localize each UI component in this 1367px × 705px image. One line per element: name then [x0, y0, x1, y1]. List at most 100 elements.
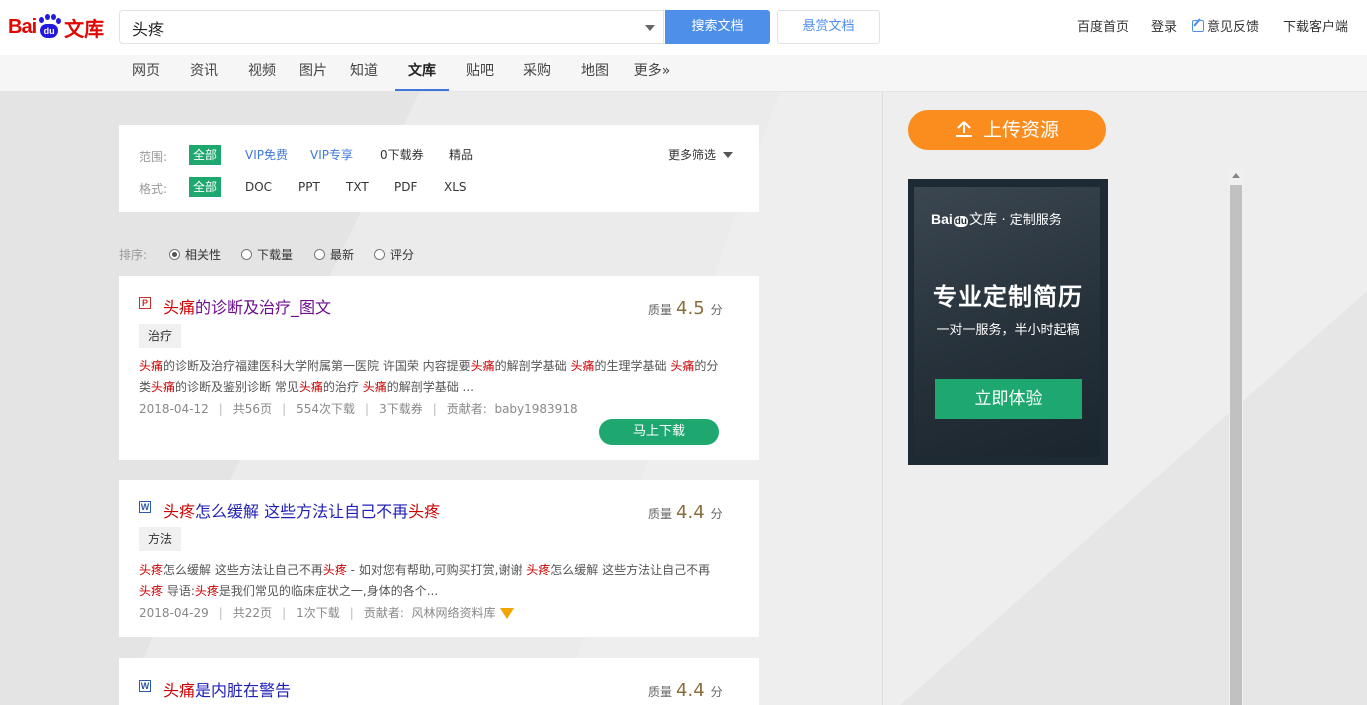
- snippet-text: 怎么缓解 这些方法让自己不再: [550, 563, 711, 577]
- scope-vip-exclusive[interactable]: VIP专享: [310, 145, 353, 165]
- reward-documents-button[interactable]: 悬赏文档: [777, 10, 880, 44]
- column-divider: [882, 91, 883, 705]
- snippet-text: - 如对您有帮助,可购买打赏,谢谢: [346, 563, 527, 577]
- scrollbar[interactable]: [1229, 169, 1243, 705]
- sort-relevance[interactable]: 相关性: [169, 246, 221, 263]
- scope-label: 范围:: [139, 150, 168, 164]
- vip-badge-icon: [499, 608, 514, 619]
- radio-icon: [314, 249, 325, 260]
- baidu-home-link[interactable]: 百度首页: [1077, 0, 1129, 55]
- format-pdf[interactable]: PDF: [394, 177, 417, 197]
- ppt-file-icon: P: [139, 297, 151, 309]
- search-input[interactable]: [130, 11, 634, 45]
- quality-score: 质量 4.4 分: [648, 502, 723, 523]
- logo-text-en: Bai: [8, 15, 37, 38]
- keyword-highlight: 头痛: [139, 359, 164, 373]
- result-tag[interactable]: 方法: [139, 527, 182, 551]
- snippet-text: 是我们常见的临床症状之一,身体的各个...: [218, 584, 439, 598]
- scope-zero-coupon[interactable]: 0下载券: [380, 145, 424, 165]
- upload-icon: [955, 112, 973, 137]
- sort-label: 排序:: [119, 248, 148, 262]
- scope-all[interactable]: 全部: [189, 145, 222, 165]
- tab-wenku[interactable]: 文库: [395, 55, 449, 91]
- word-file-icon: W: [139, 501, 151, 513]
- tab-tieba[interactable]: 贴吧: [458, 55, 502, 91]
- word-file-icon: W: [139, 680, 151, 692]
- scrollbar-thumb[interactable]: [1230, 185, 1242, 705]
- tab-map[interactable]: 地图: [573, 55, 617, 91]
- scope-vip-free[interactable]: VIP免费: [245, 145, 288, 165]
- snippet-text: 的诊断及鉴别诊断 常见: [175, 380, 299, 394]
- ad-logo: Bai du 文库 · 定制服务: [931, 211, 1062, 228]
- tab-zhidao[interactable]: 知道: [342, 55, 386, 91]
- baidu-wenku-logo[interactable]: Bai du 文库: [8, 12, 104, 42]
- search-box: [119, 10, 664, 45]
- keyword-highlight: 头疼: [139, 563, 164, 577]
- chevron-down-icon[interactable]: [645, 25, 655, 31]
- search-documents-button[interactable]: 搜索文档: [665, 10, 770, 44]
- tab-video[interactable]: 视频: [240, 55, 284, 91]
- result-meta: 2018-04-12 | 共56页 | 554次下载 | 3下载券 | 贡献者: baby198…: [139, 402, 578, 416]
- ad-subline: 一对一服务，半小时起稿: [936, 323, 1080, 338]
- login-link[interactable]: 登录: [1151, 0, 1177, 55]
- scroll-up-icon[interactable]: [1232, 173, 1240, 178]
- format-ppt[interactable]: PPT: [298, 177, 320, 197]
- tab-news[interactable]: 资讯: [182, 55, 226, 91]
- quality-score: 质量 4.4 分: [648, 680, 723, 701]
- result-snippet: 头疼怎么缓解 这些方法让自己不再头疼 - 如对您有帮助,可购买打赏,谢谢 头疼怎…: [139, 560, 729, 602]
- logo-text-cn: 文库: [64, 16, 105, 41]
- more-filters-dropdown[interactable]: 更多筛选: [668, 146, 734, 163]
- search-category-nav: 网页 资讯 视频 图片 知道 文库 贴吧 采购 地图 更多»: [0, 55, 1367, 92]
- download-now-button[interactable]: 马上下载: [599, 419, 719, 445]
- top-bar: Bai du 文库 搜索文档 悬赏文档 百度首页 登录 意见反馈 下载客户端: [0, 0, 1367, 55]
- caret-down-icon: [723, 152, 734, 158]
- sort-newest[interactable]: 最新: [314, 246, 354, 263]
- result-title-link[interactable]: 头痛的诊断及治疗_图文: [163, 294, 331, 318]
- sort-rating[interactable]: 评分: [374, 246, 414, 263]
- snippet-text: 的诊断及治疗福建医科大学附属第一医院 许国荣 内容提要: [163, 359, 471, 373]
- filter-panel: [119, 125, 759, 212]
- result-snippet: 头痛的诊断及治疗福建医科大学附属第一医院 许国荣 内容提要头痛的解剖学基础 头痛…: [139, 356, 729, 398]
- scope-premium[interactable]: 精品: [449, 145, 473, 165]
- edit-icon: [1192, 20, 1204, 32]
- paw-icon: du: [37, 14, 62, 40]
- radio-icon: [374, 249, 385, 260]
- upload-resource-button[interactable]: 上传资源: [908, 110, 1106, 150]
- format-all[interactable]: 全部: [189, 177, 222, 197]
- format-xls[interactable]: XLS: [444, 177, 467, 197]
- format-txt[interactable]: TXT: [346, 177, 369, 197]
- snippet-text: 怎么缓解 这些方法让自己不再: [163, 563, 323, 577]
- snippet-text: 的生理学基础: [594, 359, 671, 373]
- format-label: 格式:: [139, 182, 168, 196]
- snippet-text: 的解剖学基础: [494, 359, 571, 373]
- snippet-text: 的解剖学基础 ...: [386, 380, 474, 394]
- try-now-button[interactable]: 立即体验: [935, 379, 1082, 419]
- custom-resume-ad[interactable]: Bai du 文库 · 定制服务 专业定制简历 一对一服务，半小时起稿 立即体验: [908, 179, 1108, 465]
- keyword-highlight: 头痛: [470, 359, 495, 373]
- quality-score: 质量 4.5 分: [648, 298, 723, 319]
- feedback-link[interactable]: 意见反馈: [1192, 0, 1259, 55]
- result-title-link[interactable]: 头疼怎么缓解 这些方法让自己不再头疼: [163, 498, 440, 522]
- keyword-highlight: 头疼: [322, 563, 347, 577]
- keyword-highlight: 头痛: [570, 359, 595, 373]
- snippet-text: 类: [139, 380, 152, 394]
- keyword-highlight: 头疼: [526, 563, 551, 577]
- result-title-link[interactable]: 头痛是内脏在警告: [163, 677, 291, 701]
- radio-checked-icon: [169, 249, 180, 260]
- tab-purchase[interactable]: 采购: [515, 55, 559, 91]
- tab-more[interactable]: 更多»: [630, 55, 674, 91]
- keyword-highlight: 头痛: [151, 380, 176, 394]
- result-meta: 2018-04-29 | 共22页 | 1次下载 | 贡献者: 风林网络资料库: [139, 604, 514, 621]
- snippet-text: 的分: [694, 359, 719, 373]
- result-tag[interactable]: 治疗: [139, 324, 182, 348]
- sort-downloads[interactable]: 下载量: [241, 246, 293, 263]
- tab-web[interactable]: 网页: [124, 55, 168, 91]
- result-card: W 头疼怎么缓解 这些方法让自己不再头疼 质量 4.4 分 方法 头疼怎么缓解 这些…: [119, 480, 759, 637]
- format-doc[interactable]: DOC: [245, 177, 272, 197]
- keyword-highlight: 头疼: [139, 584, 164, 598]
- download-client-link[interactable]: 下载客户端: [1283, 0, 1348, 55]
- snippet-text: 的治疗: [322, 380, 363, 394]
- tab-images[interactable]: 图片: [291, 55, 335, 91]
- radio-icon: [241, 249, 252, 260]
- keyword-highlight: 头痛: [298, 380, 323, 394]
